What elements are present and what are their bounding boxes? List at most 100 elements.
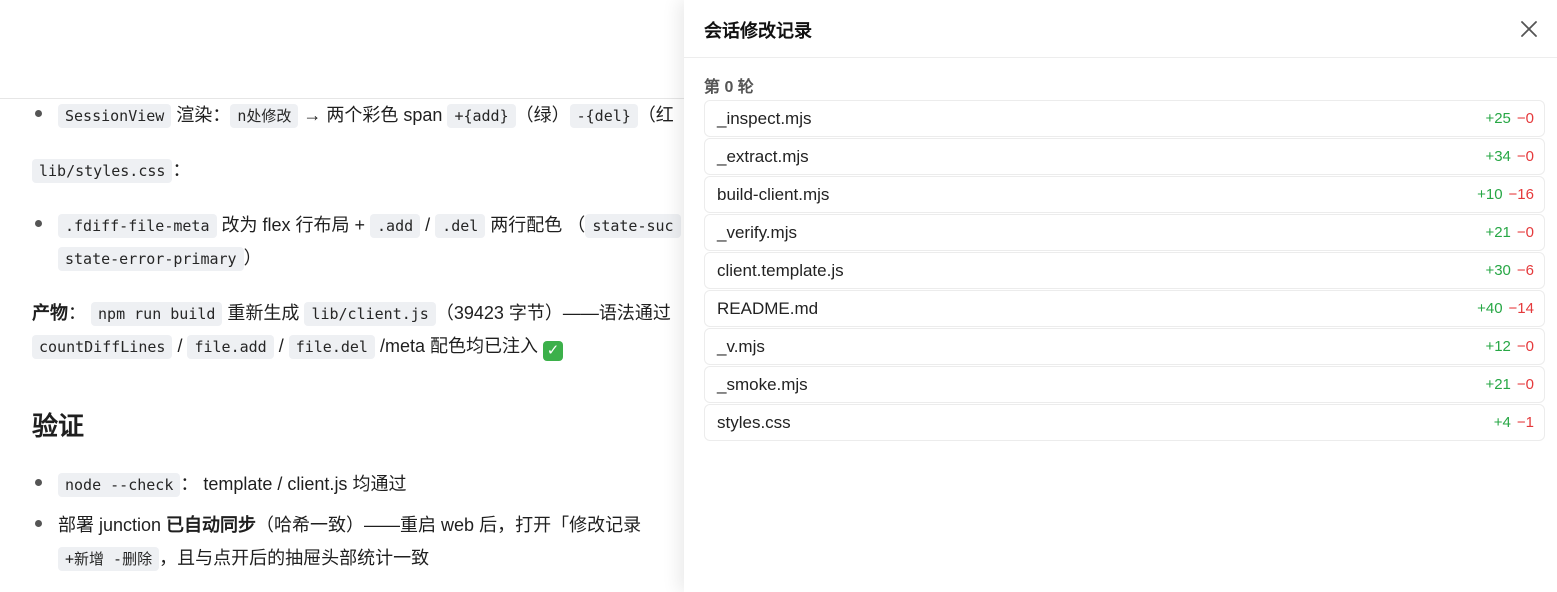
deletions-count: −14: [1508, 300, 1534, 317]
text: ： template / client.js 均通过: [180, 474, 407, 494]
check-mark-icon: ✓: [543, 341, 563, 361]
text: 渲染：: [171, 105, 231, 125]
close-button[interactable]: [1518, 18, 1540, 40]
text: ，且与点开后的抽屉头部统计一致: [159, 548, 430, 568]
additions-count: +12: [1485, 338, 1511, 355]
file-stats: +4 −1: [1494, 414, 1534, 431]
section-heading: 验证: [32, 411, 85, 441]
drawer-title: 会话修改记录: [704, 21, 812, 41]
drawer-header: 会话修改记录: [684, 0, 1557, 58]
close-icon: [1521, 21, 1537, 37]
file-row[interactable]: README.md +40 −14: [704, 290, 1545, 327]
file-name: build-client.mjs: [717, 185, 830, 204]
inline-code: .fdiff-file-meta: [58, 214, 217, 238]
additions-count: +34: [1485, 148, 1511, 165]
bullet-sessionview: SessionView 渲染： n处修改 → 两个彩色 span +{add} （绿…: [58, 103, 674, 128]
inline-code: file.add: [187, 335, 274, 359]
bullet-dot: [35, 479, 42, 486]
bullet-dot: [35, 220, 42, 227]
file-row[interactable]: _extract.mjs +34 −0: [704, 138, 1545, 175]
text: /: [420, 215, 436, 235]
inline-code: +{add}: [447, 104, 516, 128]
text: /: [172, 336, 188, 356]
text: 重新生成: [222, 303, 305, 323]
inline-code: n处修改: [230, 104, 299, 128]
text: ）: [243, 248, 262, 268]
styles-heading-line: lib/styles.css：: [32, 158, 190, 183]
text: （绿）: [515, 105, 570, 125]
file-row[interactable]: client.template.js +30 −6: [704, 252, 1545, 289]
inline-code: npm run build: [91, 302, 223, 326]
bullet-deploy: 部署 junction 已自动同步（哈希一致）——重启 web 后，打开「修改记…: [58, 513, 641, 537]
bullet-fdiff-meta-cont: state-error-primary）: [58, 246, 262, 271]
text: 两行配色 （: [485, 215, 586, 235]
deletions-count: −0: [1516, 110, 1534, 127]
additions-count: +21: [1485, 224, 1511, 241]
additions-count: +40: [1477, 300, 1503, 317]
inline-code: lib/client.js: [304, 302, 436, 326]
text: ：: [172, 160, 191, 180]
file-name: client.template.js: [717, 261, 844, 280]
file-row[interactable]: _inspect.mjs +25 −0: [704, 100, 1545, 137]
bullet-node-check: node --check： template / client.js 均通过: [58, 472, 406, 497]
file-name: styles.css: [717, 413, 791, 432]
deletions-count: −16: [1508, 186, 1534, 203]
text: ：: [68, 303, 86, 323]
file-stats: +21 −0: [1485, 224, 1534, 241]
file-stats: +25 −0: [1485, 110, 1534, 127]
file-row[interactable]: _v.mjs +12 −0: [704, 328, 1545, 365]
file-name: _smoke.mjs: [717, 375, 808, 394]
product-paragraph-cont: countDiffLines / file.add / file.del /me…: [32, 334, 563, 361]
bullet-dot: [35, 110, 42, 117]
text: （红: [637, 105, 674, 125]
file-list: _inspect.mjs +25 −0 _extract.mjs +34 −0 build-…: [704, 100, 1545, 442]
inline-code: state-error-primary: [58, 247, 244, 271]
text: 改为 flex 行布局 +: [216, 215, 371, 235]
round-label: 第 0 轮: [704, 79, 754, 96]
text: /: [273, 336, 289, 356]
bold-text: 已自动同步: [166, 515, 257, 535]
file-name: _v.mjs: [717, 337, 765, 356]
deletions-count: −0: [1516, 376, 1534, 393]
inline-code: SessionView: [58, 104, 172, 128]
deletions-count: −1: [1516, 414, 1534, 431]
additions-count: +4: [1493, 414, 1511, 431]
file-row[interactable]: styles.css +4 −1: [704, 404, 1545, 441]
deletions-count: −0: [1516, 224, 1534, 241]
file-stats: +40 −14: [1477, 300, 1534, 317]
inline-code: lib/styles.css: [32, 159, 173, 183]
file-stats: +34 −0: [1485, 148, 1534, 165]
text: → 两个彩色 span: [298, 105, 448, 125]
file-name: _verify.mjs: [717, 223, 797, 242]
inline-code: +新增 -删除: [58, 547, 160, 571]
inline-code: -{del}: [569, 104, 638, 128]
file-stats: +12 −0: [1485, 338, 1534, 355]
file-row[interactable]: build-client.mjs +10 −16: [704, 176, 1545, 213]
additions-count: +21: [1485, 376, 1511, 393]
deletions-count: −0: [1516, 148, 1534, 165]
additions-count: +30: [1485, 262, 1511, 279]
file-row[interactable]: _verify.mjs +21 −0: [704, 214, 1545, 251]
text: （哈希一致）——重启 web 后，打开「修改记录: [256, 515, 642, 535]
text: /meta 配色均已注入: [374, 336, 543, 356]
bullet-fdiff-meta: .fdiff-file-meta 改为 flex 行布局 + .add / .d…: [58, 213, 681, 238]
text: 部署 junction: [58, 515, 167, 535]
inline-code: node --check: [58, 473, 181, 497]
file-stats: +21 −0: [1485, 376, 1534, 393]
deletions-count: −0: [1516, 338, 1534, 355]
bullet-deploy-cont: +新增 -删除 ，且与点开后的抽屉头部统计一致: [58, 546, 429, 571]
bullet-dot: [35, 520, 42, 527]
file-stats: +30 −6: [1485, 262, 1534, 279]
text: （39423 字节）——语法通过: [435, 303, 671, 323]
inline-code: state-suc: [585, 214, 681, 238]
file-name: _inspect.mjs: [717, 109, 812, 128]
file-name: _extract.mjs: [717, 147, 809, 166]
product-label: 产物: [32, 303, 68, 323]
inline-code: countDiffLines: [32, 335, 173, 359]
additions-count: +10: [1477, 186, 1503, 203]
file-row[interactable]: _smoke.mjs +21 −0: [704, 366, 1545, 403]
inline-code: .add: [370, 214, 421, 238]
file-stats: +10 −16: [1477, 186, 1534, 203]
additions-count: +25: [1485, 110, 1511, 127]
inline-code: file.del: [288, 335, 375, 359]
